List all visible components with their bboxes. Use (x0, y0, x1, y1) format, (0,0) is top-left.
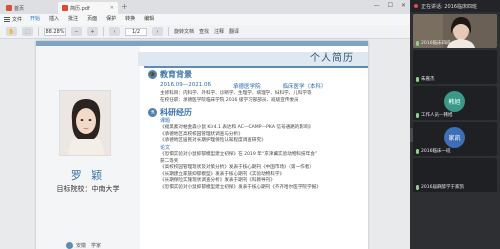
education-dates: 2016.09—2021.06 (160, 82, 211, 88)
speaking-indicator: 正在讲话: 2016临床四班 (410, 0, 500, 12)
paper-item: 《长期保险实施现状调查分析》发表于期刊《科教导刊》 (160, 178, 275, 184)
avatar: 韩旭 (444, 91, 465, 112)
portrait-illustration (60, 91, 110, 155)
zoom-in-icon[interactable]: + (87, 27, 98, 36)
profile-column: 罗 颖 目标院校：中南大学 安徽 学家 (36, 46, 140, 249)
menu-item-convert[interactable]: 转换 (125, 14, 135, 25)
tab-document-label: 简历.pdf (70, 5, 90, 12)
graduation-cap-icon: 🎓 (148, 70, 157, 79)
meeting-participants-panel: 正在讲话: 2016临床四班 2016临床四班 朱嘉杰 韩旭 工作人员—韩旭 家… (410, 0, 500, 249)
papers-label: 论文 (160, 144, 171, 151)
tab-document[interactable]: 简历.pdf ✕ (58, 2, 118, 14)
contact-row: 安徽 学家 (66, 242, 101, 249)
mic-icon (416, 76, 419, 82)
zoom-out-icon[interactable]: − (71, 27, 82, 36)
participant-tile[interactable]: 朱嘉杰 (413, 50, 497, 84)
find-button[interactable]: 查找 (199, 28, 209, 35)
participant-name: 2016临床四班 (421, 41, 451, 46)
target-school: 目标院校：中南大学 (56, 185, 120, 193)
menu-item-insert[interactable]: 插入 (49, 14, 59, 25)
paper-item: 《恐惧实验对小鼠抑郁模型建立初探》在 2019 年“京津冀实验动物科技年会” (160, 151, 318, 157)
hand-tool-icon[interactable]: ✋ (6, 27, 17, 36)
participant-name: 2016届麻醉学于家凯 (421, 185, 464, 190)
prev-page-icon[interactable]: ‹ (109, 27, 120, 36)
mic-icon (416, 40, 419, 46)
education-bullet: 在校任职：承德医学院临床学院 2016 级学习部部员、班级宣传委员 (160, 97, 299, 103)
research-heading: 科研经历 (160, 108, 192, 118)
participant-tile[interactable]: 韩旭 工作人员—韩旭 (413, 86, 497, 120)
new-tab-icon[interactable]: + (121, 2, 128, 12)
pdf-reader-window: 首页 简历.pdf ✕ + — ☐ ✕ 文件 开始 插入 批注 页面 保护 转换… (0, 0, 410, 249)
page-number-input[interactable]: 1/2 (125, 27, 147, 36)
education-school: 承德医学院 (233, 84, 261, 90)
menu-bar: 文件 开始 插入 批注 页面 保护 转换 编辑 (0, 14, 410, 26)
education-major: 临床医学（本科） (282, 84, 327, 90)
menu-item-page[interactable]: 页面 (87, 14, 97, 25)
document-page: 罗 颖 目标院校：中南大学 安徽 学家 个人简历 🎓 教育背景 2016.09—… (36, 41, 368, 249)
participant-label: 工作人员—韩旭 (416, 112, 453, 118)
mic-icon (416, 184, 419, 190)
hamburger-icon (4, 17, 10, 22)
education-section-header: 🎓 教育背景 (148, 69, 363, 80)
candidate-name: 罗 颖 (70, 169, 106, 182)
participant-label: 2016临床四班 (416, 40, 450, 46)
title-banner: 个人简历 (138, 52, 368, 66)
speaking-text: 正在讲话: 2016临床四班 (421, 3, 477, 10)
toolbar-divider (103, 27, 104, 36)
file-menu-button[interactable]: 文件 (4, 16, 22, 23)
next-page-icon[interactable]: › (152, 27, 163, 36)
select-tool-icon[interactable]: ⬚ (22, 27, 33, 36)
close-window-icon[interactable]: ✕ (401, 2, 406, 9)
education-bullet: 主修科目：内科学、外科学、诊断学、生理学、病理学、妇科学、儿科学等 (160, 91, 312, 96)
zoom-level-input[interactable]: 88.28% (44, 27, 66, 36)
toolbar: ✋ ⬚ 88.28% − + ‹ 1/2 › 旋转文档 查找 注释 翻译 (0, 25, 410, 39)
tab-bar: 首页 简历.pdf ✕ + — ☐ ✕ (0, 0, 410, 14)
speaking-dot-icon (414, 4, 418, 8)
flask-icon: ⚗ (148, 108, 157, 118)
topic-item: 《褪黑素对帕金森小鼠 Kir4.1 表达和 AC—CAMP—PKA 信号通路的影… (160, 125, 314, 131)
education-row: 2016.09—2021.06 承德医学院 临床医学（本科） (160, 82, 363, 90)
resume-title: 个人简历 (310, 53, 354, 64)
tab-home[interactable]: 首页 (2, 2, 38, 14)
mic-icon (416, 112, 419, 118)
menu-item-edit[interactable]: 编辑 (144, 14, 154, 25)
contact-text: 安徽 学家 (76, 243, 102, 249)
menu-item-comment[interactable]: 批注 (68, 14, 78, 25)
toolbar-divider (168, 27, 169, 36)
participant-tile[interactable]: 2016届麻醉学于家凯 (413, 158, 497, 192)
participant-label: 2016临床一班 (416, 148, 450, 154)
menu-item-start[interactable]: 开始 (30, 14, 41, 26)
resume-content: 🎓 教育背景 2016.09—2021.06 承德医学院 临床医学（本科） 主修… (148, 69, 363, 192)
participant-name: 2016临床一班 (421, 149, 451, 154)
mic-icon (416, 148, 419, 154)
annotate-button[interactable]: 注释 (214, 28, 224, 35)
maximize-icon[interactable]: ☐ (388, 2, 393, 9)
profile-photo (59, 90, 111, 156)
topic-item: 《承德地区居民对长期护理保险认知程度调查研究》 (160, 138, 266, 144)
close-tab-icon[interactable]: ✕ (110, 5, 114, 11)
participant-name: 工作人员—韩旭 (421, 113, 453, 118)
translate-button[interactable]: 翻译 (229, 28, 239, 35)
rotate-button[interactable]: 旋转文档 (174, 28, 194, 35)
research-section-header: ⚗ 科研经历 (148, 107, 363, 118)
participant-label: 朱嘉杰 (416, 76, 435, 82)
paper-item: 《恐惧实验对小鼠抑郁模型建立初探》发表于核心期刊《齐齐哈尔医学院学报》 (160, 184, 321, 190)
pdf-file-icon (62, 5, 68, 11)
tab-home-label: 首页 (14, 5, 25, 12)
title-underline (144, 66, 368, 68)
participant-tile[interactable]: 2016临床四班 (413, 14, 497, 48)
participant-label: 2016届麻醉学于家凯 (416, 184, 464, 190)
education-heading: 教育背景 (160, 70, 192, 79)
window-controls: — ☐ ✕ (374, 2, 406, 9)
paper-item: 《高校校园管理现状及对策分析》发表于核心期刊《中国市场》（第一作者） (160, 165, 314, 171)
minimize-icon[interactable]: — (374, 2, 380, 9)
home-icon (6, 5, 12, 11)
avatar: 家凯 (444, 127, 465, 148)
participant-tile[interactable]: 家凯 2016临床一班 (413, 122, 497, 156)
menu-item-protect[interactable]: 保护 (106, 14, 116, 25)
participant-name: 朱嘉杰 (421, 77, 435, 82)
toolbar-divider (38, 27, 39, 36)
file-menu-label: 文件 (12, 17, 23, 23)
location-icon (66, 242, 73, 249)
